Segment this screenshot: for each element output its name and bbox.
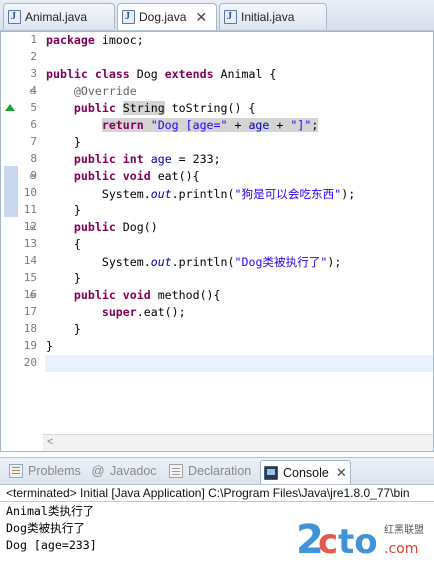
code-text: public int age = 233; xyxy=(73,152,221,166)
editor-tab-bar: Animal.java Dog.java ✕ Initial.java xyxy=(0,0,434,31)
code-text: { xyxy=(73,237,81,251)
tab-label: Javadoc xyxy=(110,464,157,478)
tab-label: Dog.java xyxy=(139,10,187,24)
tab-declaration[interactable]: Declaration xyxy=(166,460,254,482)
fold-collapse-icon[interactable]: ⊖ xyxy=(29,223,36,232)
tab-initial-java[interactable]: Initial.java xyxy=(219,3,327,29)
line-number: 15 xyxy=(23,271,37,284)
line-number: 14 xyxy=(23,254,37,267)
divider xyxy=(0,501,434,502)
code-line[interactable]: 4 ⊖ @Override xyxy=(1,83,433,100)
svg-text:红黑联盟: 红黑联盟 xyxy=(384,523,424,536)
console-line: Animal类执行了 xyxy=(6,504,95,518)
code-text: public Dog() xyxy=(73,220,158,234)
svg-text:to: to xyxy=(338,522,378,561)
line-number: 11 xyxy=(23,203,37,216)
code-text: public void method(){ xyxy=(73,288,221,302)
horizontal-scrollbar[interactable]: < xyxy=(43,434,433,451)
line-number: 19 xyxy=(23,339,37,352)
code-line[interactable]: 7 } xyxy=(1,134,433,151)
fold-collapse-icon[interactable]: ⊖ xyxy=(29,291,36,300)
tab-label: Animal.java xyxy=(25,9,88,24)
line-number: 3 xyxy=(30,67,37,80)
code-text: public class Dog extends Animal { xyxy=(46,67,277,81)
code-text: System.out.println("Dog类被执行了"); xyxy=(101,255,342,269)
close-icon[interactable]: ✕ xyxy=(336,465,347,481)
code-text: package imooc; xyxy=(46,33,144,47)
code-line[interactable]: 15 } xyxy=(1,270,433,287)
code-line[interactable]: 1 package imooc; xyxy=(1,32,433,49)
code-line[interactable]: 5 public String toString() { xyxy=(1,100,433,117)
code-line[interactable]: 3 public class Dog extends Animal { xyxy=(1,66,433,83)
java-file-icon xyxy=(224,9,237,24)
svg-text:c: c xyxy=(318,522,338,561)
code-text: @Override xyxy=(73,84,137,98)
code-line[interactable]: 10 System.out.println("狗是可以会吃东西"); xyxy=(1,185,433,202)
code-line[interactable]: 8 public int age = 233; xyxy=(1,151,433,168)
tab-label: Initial.java xyxy=(241,9,295,24)
code-line[interactable]: 13 { xyxy=(1,236,433,253)
java-file-icon xyxy=(8,9,21,24)
code-line[interactable]: 11 } xyxy=(1,202,433,219)
scroll-left-icon[interactable]: < xyxy=(47,436,53,448)
tab-label: Problems xyxy=(28,464,81,478)
code-text: return "Dog [age=" + age + "]"; xyxy=(101,118,319,132)
code-line[interactable]: 9 ⊖ public void eat(){ xyxy=(1,168,433,185)
line-number: 1 xyxy=(30,33,37,46)
code-line[interactable]: 12 ⊖ public Dog() xyxy=(1,219,433,236)
code-text: super.eat(); xyxy=(101,305,186,319)
line-number: 7 xyxy=(30,135,37,148)
line-number: 13 xyxy=(23,237,37,250)
line-number: 8 xyxy=(30,152,37,165)
problems-icon xyxy=(9,464,23,478)
code-text: System.out.println("狗是可以会吃东西"); xyxy=(101,187,356,201)
console-icon xyxy=(264,465,278,480)
tab-label: Console xyxy=(283,465,329,480)
code-text: } xyxy=(73,322,81,336)
line-number: 5 xyxy=(30,101,37,114)
code-line[interactable]: 18 } xyxy=(1,321,433,338)
tab-console[interactable]: Console ✕ xyxy=(260,460,351,484)
line-number: 18 xyxy=(23,322,37,335)
close-icon[interactable]: ✕ xyxy=(195,9,207,26)
code-text: public String toString() { xyxy=(73,101,256,115)
code-line[interactable]: 19 } xyxy=(1,338,433,355)
line-number: 17 xyxy=(23,305,37,318)
code-text: } xyxy=(73,271,81,285)
watermark-logo: 2 c to 红黑联盟 .com xyxy=(296,517,424,561)
code-editor[interactable]: 1 package imooc; 2 3 public class Dog ex… xyxy=(0,31,434,452)
svg-text:.com: .com xyxy=(384,541,418,557)
line-number: 2 xyxy=(30,50,37,63)
code-line[interactable]: 14 System.out.println("Dog类被执行了"); xyxy=(1,253,433,270)
code-line[interactable]: 2 xyxy=(1,49,433,66)
javadoc-icon: @ xyxy=(91,463,105,478)
tab-animal-java[interactable]: Animal.java xyxy=(3,3,115,29)
line-number: 20 xyxy=(23,356,37,369)
code-text: } xyxy=(46,339,53,353)
code-text: public void eat(){ xyxy=(73,169,200,183)
code-line[interactable]: 17 super.eat(); xyxy=(1,304,433,321)
console-line: Dog类被执行了 xyxy=(6,521,85,535)
line-number: 6 xyxy=(30,118,37,131)
tab-dog-java[interactable]: Dog.java ✕ xyxy=(117,3,217,30)
declaration-icon xyxy=(169,464,183,478)
code-text: } xyxy=(73,203,81,217)
console-status: <terminated> Initial [Java Application] … xyxy=(0,485,434,501)
fold-collapse-icon[interactable]: ⊖ xyxy=(29,172,36,181)
code-line[interactable]: 20 xyxy=(1,355,433,372)
line-number: 10 xyxy=(23,186,37,199)
tab-javadoc[interactable]: @ Javadoc xyxy=(88,460,160,482)
code-line[interactable]: 16 ⊖ public void method(){ xyxy=(1,287,433,304)
tab-label: Declaration xyxy=(188,464,252,478)
code-text: } xyxy=(73,135,81,149)
views-tab-bar: Problems @ Javadoc Declaration Console ✕ xyxy=(0,457,434,485)
tab-problems[interactable]: Problems xyxy=(6,460,84,482)
console-line: Dog [age=233] xyxy=(6,538,97,552)
fold-collapse-icon[interactable]: ⊖ xyxy=(29,87,36,96)
java-file-icon xyxy=(122,10,135,24)
code-line[interactable]: 6 return "Dog [age=" + age + "]"; xyxy=(1,117,433,134)
